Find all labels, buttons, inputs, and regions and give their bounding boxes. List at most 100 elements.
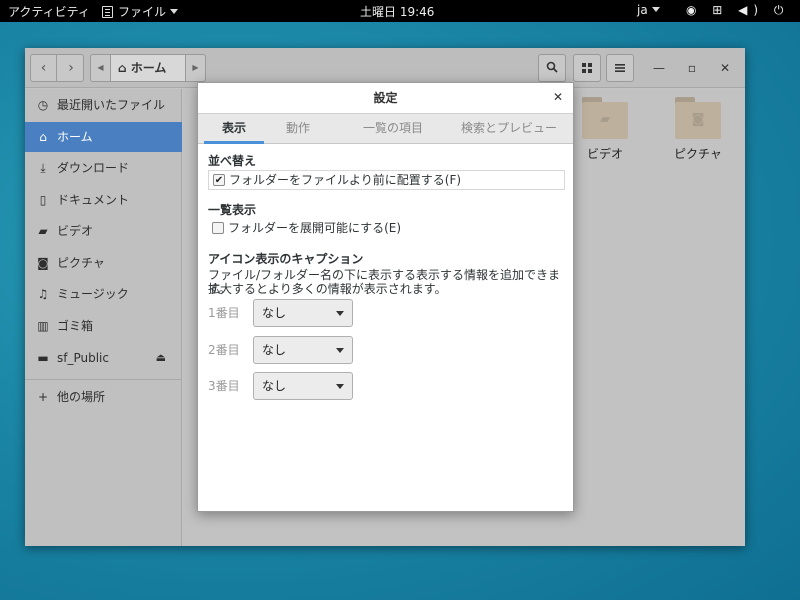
triangle-right-icon: ▶ xyxy=(192,63,199,72)
tab-behavior[interactable]: 動作 xyxy=(268,114,328,144)
tab-list-columns[interactable]: 一覧の項目 xyxy=(338,114,448,144)
sidebar-item-label: 他の場所 xyxy=(57,390,106,404)
activities-button[interactable]: アクティビティ xyxy=(8,3,90,20)
picture-folder-icon: ◙ xyxy=(675,97,721,139)
sidebar-item-label: 最近開いたファイル xyxy=(57,98,166,112)
maximize-icon: ▫ xyxy=(687,61,697,75)
list-view-heading: 一覧表示 xyxy=(208,203,257,217)
sidebar-item-videos[interactable]: ▰ ビデオ xyxy=(25,216,182,246)
maximize-button[interactable]: ▫ xyxy=(684,60,700,76)
close-icon: ✕ xyxy=(719,61,731,75)
dropdown-arrow-icon xyxy=(336,311,344,316)
caption-select-3[interactable]: なし xyxy=(253,372,353,400)
language-label: ja xyxy=(637,3,648,17)
sort-heading: 並べ替え xyxy=(208,154,257,168)
select-value: なし xyxy=(262,379,287,393)
dropdown-arrow-icon xyxy=(336,348,344,353)
captions-heading: アイコン表示のキャプション xyxy=(208,252,364,266)
download-icon: ⤓ xyxy=(40,161,46,175)
chevron-left-icon: ‹ xyxy=(40,60,47,76)
checkbox-label: フォルダーを展開可能にする(E) xyxy=(228,221,402,235)
music-icon: ♫ xyxy=(37,287,49,301)
close-icon: ✕ xyxy=(552,90,563,104)
sidebar-item-pictures[interactable]: ◙ ピクチャ xyxy=(25,248,182,278)
files-app-icon xyxy=(102,6,113,18)
view-toggle-button[interactable] xyxy=(573,54,601,82)
system-status-icons: ◉ ⊞ ◀) ⏻ xyxy=(686,3,790,17)
select-value: なし xyxy=(262,343,287,357)
sidebar-item-label: ピクチャ xyxy=(57,256,105,270)
path-scroll-right-button[interactable]: ▶ xyxy=(185,55,205,81)
sidebar-item-other-locations[interactable]: + 他の場所 xyxy=(25,382,182,412)
sidebar-item-downloads[interactable]: ⤓ ダウンロード xyxy=(25,153,182,183)
checkbox-label: フォルダーをファイルより前に配置する(F) xyxy=(229,173,462,187)
triangle-left-icon: ◀ xyxy=(97,63,104,72)
sidebar-item-label: ミュージック xyxy=(57,287,129,301)
sidebar-item-documents[interactable]: ▯ ドキュメント xyxy=(25,185,182,215)
dialog-close-button[interactable]: ✕ xyxy=(553,90,563,104)
search-icon xyxy=(546,61,558,73)
minimize-button[interactable]: — xyxy=(651,60,667,76)
path-bar: ◀ ⌂ ホーム ▶ xyxy=(90,54,206,82)
sidebar-item-label: sf_Public xyxy=(57,351,109,365)
app-menu[interactable]: ファイル xyxy=(102,3,179,20)
path-home-button[interactable]: ⌂ ホーム xyxy=(111,55,185,81)
system-menu[interactable]: ◉ ⊞ ◀) ⏻ xyxy=(686,3,789,18)
eject-icon[interactable]: ⏏ xyxy=(156,343,166,373)
caption-rank-2: 2番目 xyxy=(208,343,240,357)
folders-first-checkbox[interactable]: ✔ フォルダーをファイルより前に配置する(F) xyxy=(208,170,565,190)
plus-icon: + xyxy=(37,390,49,404)
sidebar-item-trash[interactable]: ▥ ゴミ箱 xyxy=(25,311,182,341)
back-button[interactable]: ‹ xyxy=(31,55,57,81)
folder-videos[interactable]: ▰ ビデオ xyxy=(575,97,635,162)
trash-icon: ▥ xyxy=(37,319,49,333)
sidebar-item-music[interactable]: ♫ ミュージック xyxy=(25,279,182,309)
drive-icon: ▬ xyxy=(37,351,49,365)
sidebar-item-label: ドキュメント xyxy=(57,193,130,207)
caption-select-1[interactable]: なし xyxy=(253,299,353,327)
home-icon: ⌂ xyxy=(118,61,127,75)
folder-label: ビデオ xyxy=(586,147,623,161)
chevron-down-icon xyxy=(651,7,660,12)
camera-icon: ◙ xyxy=(37,256,49,270)
sidebar-item-home[interactable]: ⌂ ホーム xyxy=(25,122,182,152)
sidebar-item-label: ダウンロード xyxy=(57,161,130,175)
sidebar-item-recent[interactable]: ◷ 最近開いたファイル xyxy=(25,90,182,120)
app-menu-label: ファイル xyxy=(118,5,167,19)
caption-rank-1: 1番目 xyxy=(208,306,240,320)
menu-button[interactable] xyxy=(606,54,634,82)
document-icon: ▯ xyxy=(39,193,47,207)
checkbox-unchecked-icon xyxy=(212,222,224,234)
sidebar-item-label: ビデオ xyxy=(57,224,94,238)
sidebar-item-label: ホーム xyxy=(57,130,93,144)
clock[interactable]: 土曜日 19:46 xyxy=(360,3,434,20)
sidebar-separator xyxy=(25,379,182,380)
clock-icon: ◷ xyxy=(37,98,49,112)
forward-button[interactable]: › xyxy=(58,55,84,81)
dialog-tabs: 表示 動作 一覧の項目 検索とプレビュー xyxy=(198,113,573,144)
tab-search-preview[interactable]: 検索とプレビュー xyxy=(450,114,568,144)
search-button[interactable] xyxy=(538,54,566,82)
hamburger-icon xyxy=(615,64,625,72)
sidebar: ◷ 最近開いたファイル ⌂ ホーム ⤓ ダウンロード ▯ ドキュメント ▰ ビデオ ◙ ピク… xyxy=(25,89,182,546)
dialog-title: 設定 xyxy=(373,91,398,105)
history-nav: ‹ › xyxy=(30,54,84,82)
caption-rank-3: 3番目 xyxy=(208,379,240,393)
input-language-menu[interactable]: ja xyxy=(637,3,660,17)
top-bar: アクティビティ ファイル 土曜日 19:46 ja ◉ ⊞ ◀) ⏻ xyxy=(0,0,800,22)
expandable-folders-checkbox[interactable]: フォルダーを展開可能にする(E) xyxy=(208,219,401,239)
video-folder-icon: ▰ xyxy=(582,97,628,139)
sidebar-item-sf-public[interactable]: ▬ sf_Public ⏏ xyxy=(25,343,182,373)
checkbox-checked-icon: ✔ xyxy=(213,174,225,186)
dropdown-arrow-icon xyxy=(336,384,344,389)
captions-description-line-2: 拡大するとより多くの情報が表示されます。 xyxy=(208,282,447,296)
tab-display[interactable]: 表示 xyxy=(204,114,264,144)
close-window-button[interactable]: ✕ xyxy=(717,60,733,76)
path-home-label: ホーム xyxy=(130,61,167,75)
path-scroll-left-button[interactable]: ◀ xyxy=(91,55,111,81)
chevron-down-icon xyxy=(170,9,179,14)
select-value: なし xyxy=(262,306,287,320)
folder-pictures[interactable]: ◙ ピクチャ xyxy=(668,97,728,162)
caption-select-2[interactable]: なし xyxy=(253,336,353,364)
sidebar-item-label: ゴミ箱 xyxy=(57,319,94,333)
